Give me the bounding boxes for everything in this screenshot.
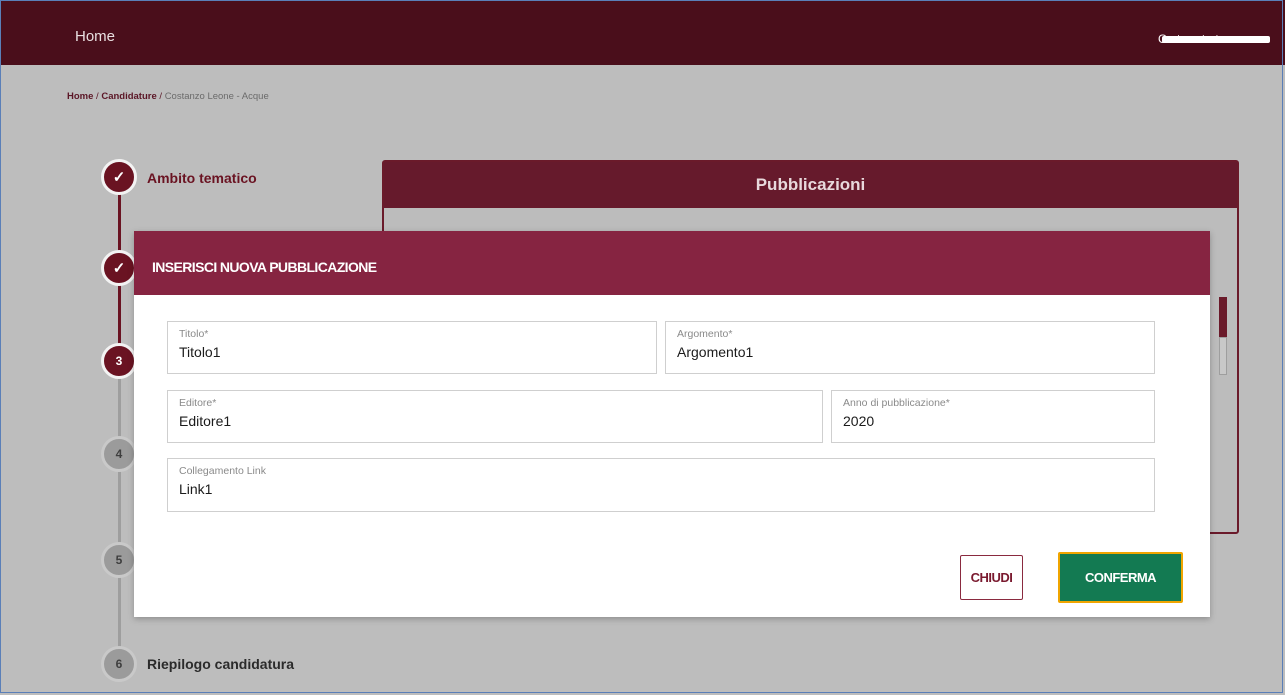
step-connector bbox=[118, 360, 121, 660]
step-4-marker[interactable]: 4 bbox=[101, 436, 137, 472]
editore-input[interactable]: Editore1 bbox=[179, 413, 768, 429]
titolo-field[interactable]: Titolo* Titolo1 bbox=[167, 321, 657, 374]
step-2-marker[interactable]: ✓ bbox=[101, 250, 137, 286]
link-label: Collegamento Link bbox=[179, 465, 266, 477]
anno-label: Anno di pubblicazione* bbox=[843, 397, 950, 409]
breadcrumb-separator: / bbox=[156, 91, 165, 102]
step-3-marker[interactable]: 3 bbox=[101, 343, 137, 379]
step-1-marker[interactable]: ✓ bbox=[101, 159, 137, 195]
breadcrumb-home[interactable]: Home bbox=[67, 91, 93, 102]
step-6-label[interactable]: Riepilogo candidatura bbox=[147, 656, 294, 672]
table-row-edge bbox=[1219, 337, 1227, 375]
breadcrumb-current: Costanzo Leone - Acque bbox=[164, 91, 269, 102]
modal-header: INSERISCI NUOVA PUBBLICAZIONE bbox=[134, 231, 1210, 295]
new-publication-modal: INSERISCI NUOVA PUBBLICAZIONE Titolo* Ti… bbox=[134, 231, 1210, 617]
step-1-label[interactable]: Ambito tematico bbox=[147, 170, 257, 186]
argomento-field[interactable]: Argomento* Argomento1 bbox=[665, 321, 1155, 374]
close-button[interactable]: CHIUDI bbox=[960, 555, 1023, 600]
link-input[interactable]: Link1 bbox=[179, 481, 1066, 497]
titolo-label: Titolo* bbox=[179, 328, 209, 340]
publications-card-title: Pubblicazioni bbox=[384, 162, 1237, 208]
breadcrumb: Home / Candidature / Costanzo Leone - Ac… bbox=[67, 91, 269, 102]
anno-field[interactable]: Anno di pubblicazione* 2020 bbox=[831, 390, 1155, 443]
table-header-edge bbox=[1219, 297, 1227, 337]
argomento-input[interactable]: Argomento1 bbox=[677, 344, 1116, 360]
modal-title: INSERISCI NUOVA PUBBLICAZIONE bbox=[152, 259, 377, 275]
editore-label: Editore* bbox=[179, 397, 217, 409]
breadcrumb-candidature[interactable]: Candidature bbox=[101, 91, 156, 102]
editore-field[interactable]: Editore* Editore1 bbox=[167, 390, 823, 443]
link-field[interactable]: Collegamento Link Link1 bbox=[167, 458, 1155, 512]
step-5-marker[interactable]: 5 bbox=[101, 542, 137, 578]
top-navbar: Home Gestore utente bbox=[0, 0, 1285, 65]
redaction-mark bbox=[1162, 36, 1270, 43]
argomento-label: Argomento* bbox=[677, 328, 733, 340]
step-6-marker[interactable]: 6 bbox=[101, 646, 137, 682]
confirm-button[interactable]: CONFERMA bbox=[1058, 552, 1183, 603]
anno-input[interactable]: 2020 bbox=[843, 413, 1133, 429]
home-link[interactable]: Home bbox=[75, 28, 115, 45]
titolo-input[interactable]: Titolo1 bbox=[179, 344, 618, 360]
